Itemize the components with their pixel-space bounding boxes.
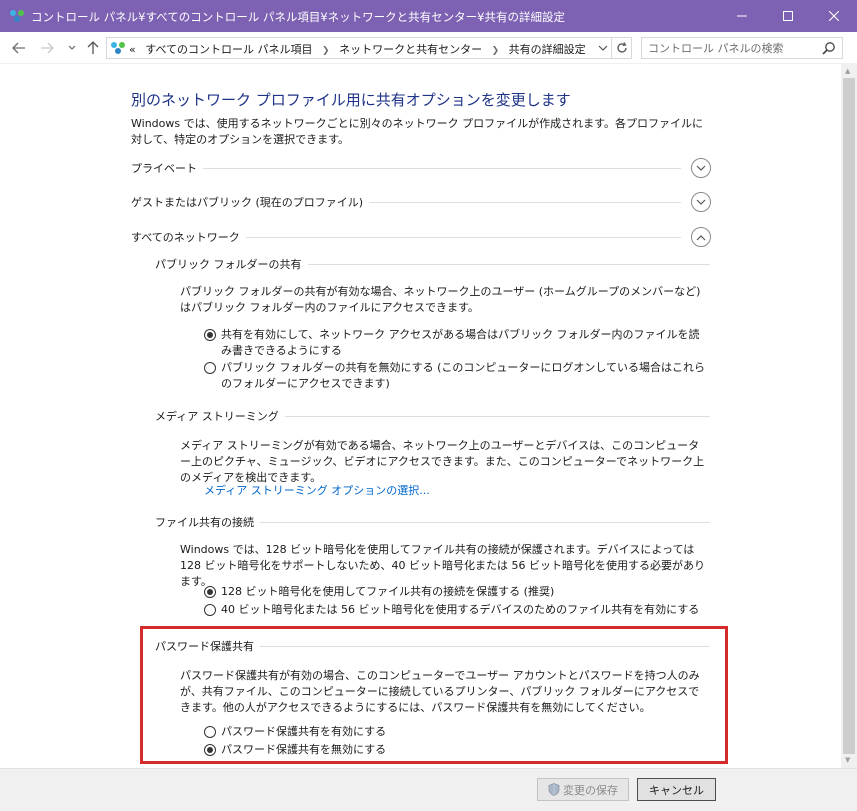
- cancel-button[interactable]: キャンセル: [637, 778, 716, 801]
- settings-content: 別のネットワーク プロファイル用に共有オプションを変更します Windows で…: [0, 64, 841, 768]
- scrollbar-thumb[interactable]: [843, 78, 855, 754]
- section-title: パブリック フォルダーの共有: [155, 256, 308, 272]
- close-icon: [829, 11, 839, 21]
- chevron-up-icon: [696, 234, 706, 240]
- network-center-icon: [10, 10, 24, 22]
- public-folder-section-header: パブリック フォルダーの共有: [155, 256, 710, 272]
- search-icon[interactable]: [822, 41, 836, 55]
- arrow-right-icon: [41, 42, 54, 54]
- breadcrumb-separator-icon[interactable]: ❯: [322, 46, 330, 56]
- vertical-scrollbar[interactable]: ▲ ▼: [841, 64, 857, 768]
- radio-button[interactable]: [204, 329, 216, 341]
- profile-label: プライベート: [131, 160, 203, 176]
- forward-button[interactable]: [38, 38, 56, 58]
- public-folder-enable-option[interactable]: 共有を有効にして、ネットワーク アクセスがある場合はパブリック フォルダー内のフ…: [204, 327, 709, 359]
- minimize-button[interactable]: [719, 0, 765, 32]
- file-sharing-description: Windows では、128 ビット暗号化を使用してファイル共有の接続が保護され…: [180, 543, 705, 588]
- media-streaming-section-header: メディア ストリーミング: [155, 408, 710, 424]
- maximize-icon: [783, 11, 793, 21]
- refresh-button[interactable]: [612, 37, 632, 59]
- chevron-down-icon: [696, 199, 706, 205]
- address-bar[interactable]: « すべてのコントロール パネル項目 ❯ ネットワークと共有センター ❯ 共有の…: [106, 37, 612, 59]
- recent-locations-button[interactable]: [63, 38, 81, 58]
- address-dropdown-button[interactable]: [598, 40, 608, 59]
- control-panel-icon: [111, 42, 125, 54]
- title-bar: コントロール パネル¥すべてのコントロール パネル項目¥ネットワークと共有センタ…: [0, 0, 857, 32]
- uac-shield-icon: [548, 783, 560, 796]
- section-title: ファイル共有の接続: [155, 514, 260, 530]
- arrow-up-icon: [87, 41, 99, 54]
- minimize-icon: [737, 15, 747, 17]
- refresh-icon: [616, 42, 627, 53]
- collapse-button[interactable]: [691, 227, 711, 247]
- page-description: Windows では、使用するネットワークごとに別々のネットワーク プロファイル…: [131, 117, 703, 146]
- radio-button[interactable]: [204, 586, 216, 598]
- close-button[interactable]: [811, 0, 857, 32]
- breadcrumb-separator-icon[interactable]: ❯: [492, 46, 500, 56]
- option-label[interactable]: 40 ビット暗号化または 56 ビット暗号化を使用するデバイスのためのファイル共…: [221, 603, 699, 616]
- option-label[interactable]: パブリック フォルダーの共有を無効にする (このコンピューターにログオンしている…: [221, 361, 705, 390]
- section-title: メディア ストリーミング: [155, 408, 285, 424]
- file-sharing-section-header: ファイル共有の接続: [155, 514, 710, 530]
- radio-button[interactable]: [204, 604, 216, 616]
- save-label: 変更の保存: [563, 783, 618, 797]
- profile-private[interactable]: プライベート: [131, 158, 711, 180]
- public-folder-description: パブリック フォルダーの共有が有効な場合、ネットワーク上のユーザー (ホームグル…: [180, 285, 701, 314]
- highlight-box: [140, 626, 728, 764]
- breadcrumb: « すべてのコントロール パネル項目 ❯ ネットワークと共有センター ❯ 共有の…: [129, 41, 592, 57]
- window-title: コントロール パネル¥すべてのコントロール パネル項目¥ネットワークと共有センタ…: [31, 10, 565, 24]
- profile-guest-public[interactable]: ゲストまたはパブリック (現在のプロファイル): [131, 192, 711, 214]
- public-folder-disable-option[interactable]: パブリック フォルダーの共有を無効にする (このコンピューターにログオンしている…: [204, 360, 709, 392]
- media-streaming-description: メディア ストリーミングが有効である場合、ネットワーク上のユーザーとデバイスは、…: [180, 439, 705, 484]
- scroll-down-arrow-icon[interactable]: ▼: [845, 756, 850, 764]
- chevron-down-icon: [696, 165, 706, 171]
- radio-button[interactable]: [204, 362, 216, 374]
- breadcrumb-network-center[interactable]: ネットワークと共有センター: [339, 43, 482, 56]
- scroll-up-arrow-icon[interactable]: ▲: [845, 67, 850, 75]
- encryption-128-option[interactable]: 128 ビット暗号化を使用してファイル共有の接続を保護する (推奨): [204, 584, 709, 600]
- dialog-footer: 変更の保存 キャンセル: [0, 768, 857, 811]
- chevron-down-icon: [68, 45, 76, 50]
- navigation-bar: « すべてのコントロール パネル項目 ❯ ネットワークと共有センター ❯ 共有の…: [0, 32, 857, 64]
- arrow-left-icon: [12, 42, 25, 54]
- search-box[interactable]: [641, 37, 843, 59]
- divider: [131, 168, 681, 169]
- chevron-down-icon: [598, 45, 608, 51]
- breadcrumb-all-items[interactable]: すべてのコントロール パネル項目: [145, 43, 312, 56]
- profile-all-networks[interactable]: すべてのネットワーク: [131, 227, 711, 249]
- profile-label: ゲストまたはパブリック (現在のプロファイル): [131, 194, 370, 210]
- breadcrumb-advanced-sharing[interactable]: 共有の詳細設定: [509, 43, 586, 56]
- search-input[interactable]: [648, 40, 808, 56]
- breadcrumb-overflow[interactable]: «: [129, 43, 136, 56]
- page-title: 別のネットワーク プロファイル用に共有オプションを変更します: [131, 91, 571, 109]
- maximize-button[interactable]: [765, 0, 811, 32]
- encryption-40-56-option[interactable]: 40 ビット暗号化または 56 ビット暗号化を使用するデバイスのためのファイル共…: [204, 602, 709, 618]
- profile-label: すべてのネットワーク: [131, 229, 246, 245]
- option-label[interactable]: 共有を有効にして、ネットワーク アクセスがある場合はパブリック フォルダー内のフ…: [221, 328, 700, 357]
- option-label[interactable]: 128 ビット暗号化を使用してファイル共有の接続を保護する (推奨): [221, 585, 554, 598]
- save-changes-button[interactable]: 変更の保存: [537, 778, 629, 801]
- up-button[interactable]: [84, 38, 102, 58]
- back-button[interactable]: [10, 38, 28, 58]
- media-streaming-options-link[interactable]: メディア ストリーミング オプションの選択...: [204, 482, 430, 498]
- expand-button[interactable]: [691, 158, 711, 178]
- expand-button[interactable]: [691, 192, 711, 212]
